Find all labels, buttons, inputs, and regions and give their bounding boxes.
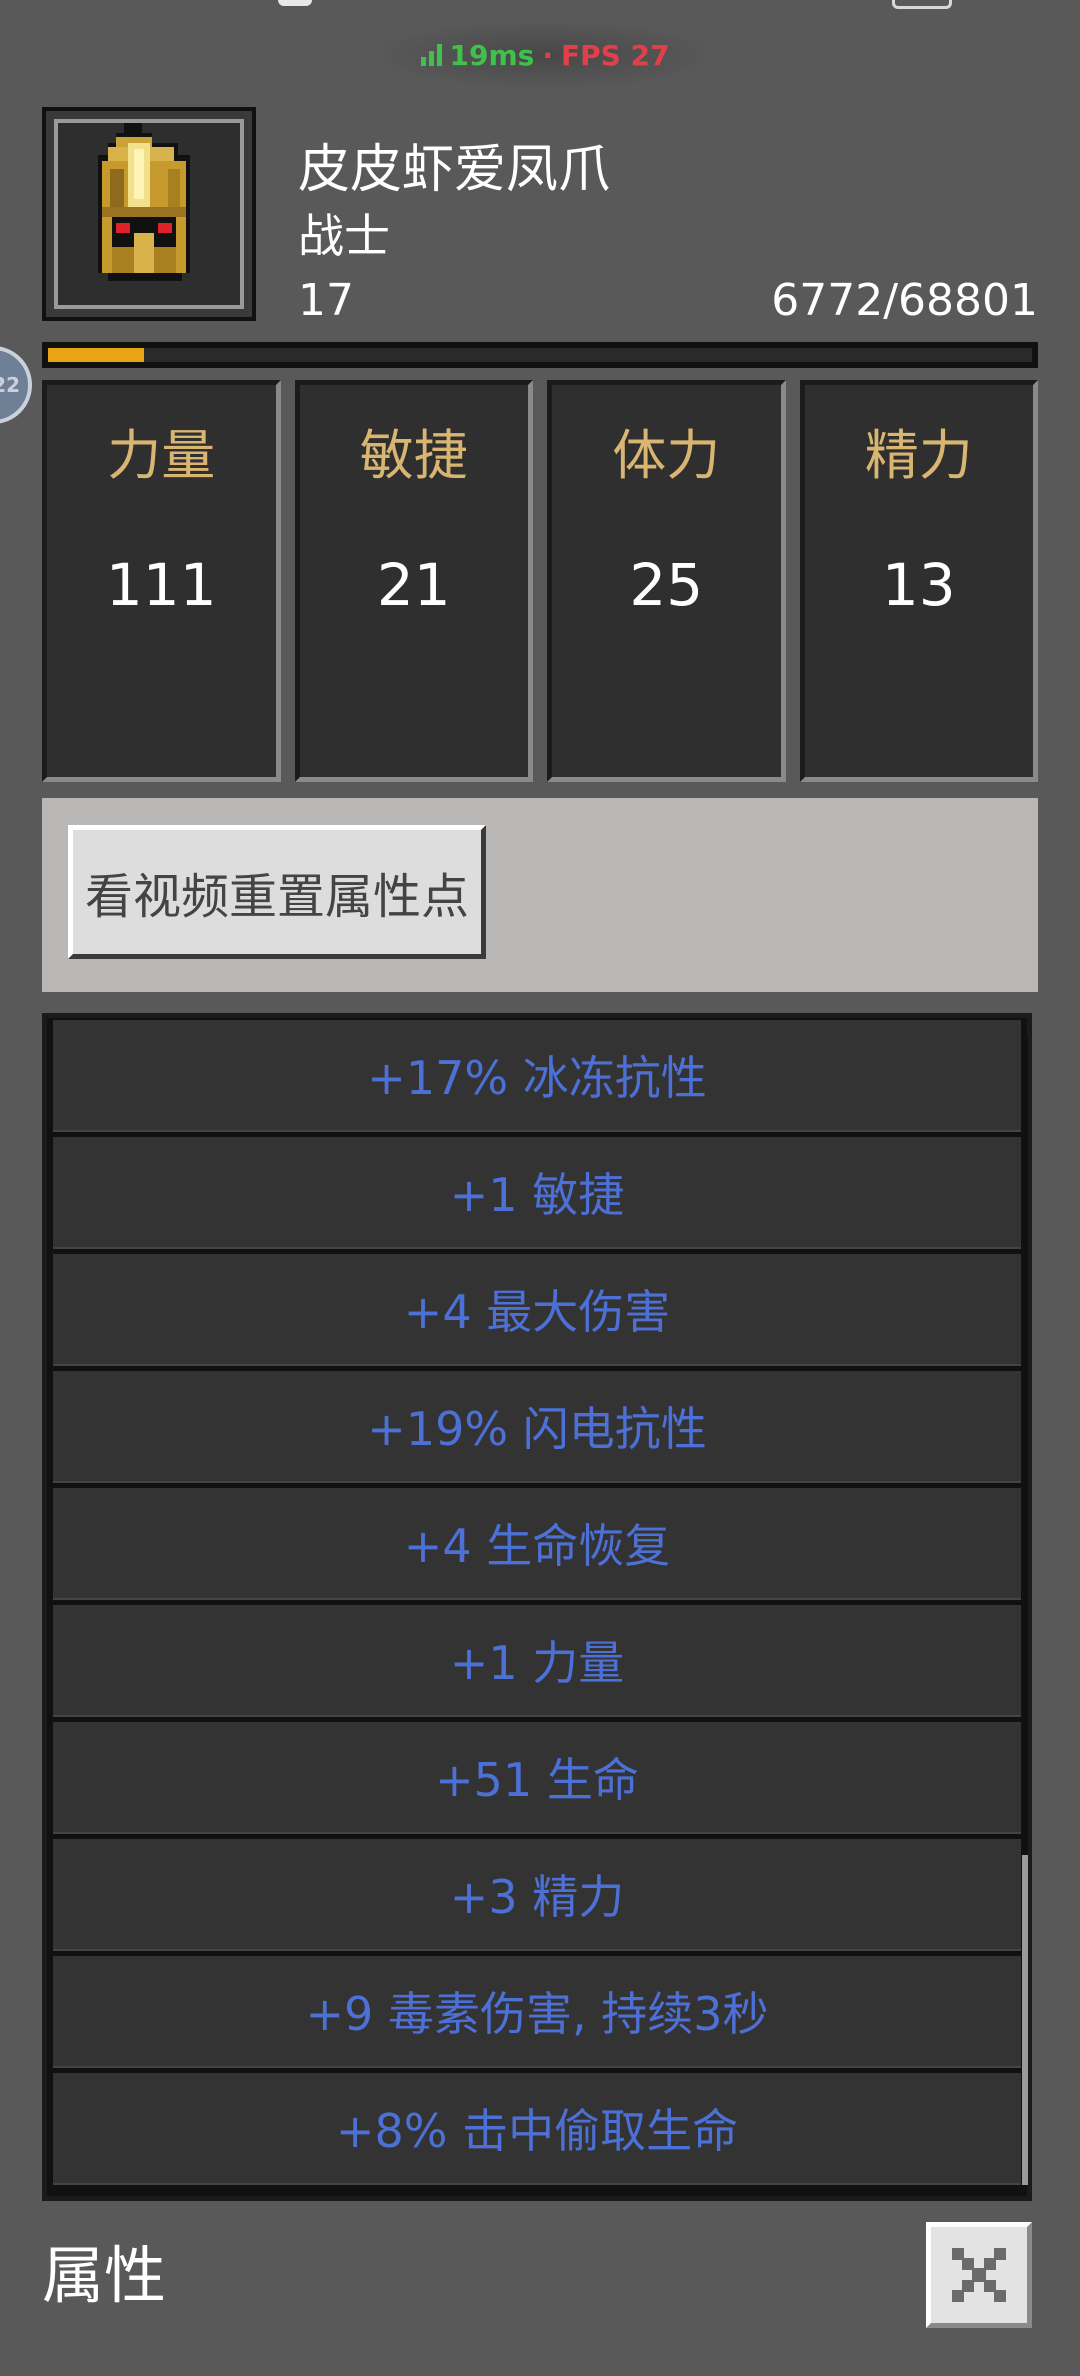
scrollbar-thumb[interactable] <box>1022 1855 1028 2185</box>
floating-bubble-label: 22 <box>0 373 20 397</box>
character-name: 皮皮虾爱凤爪 <box>298 140 611 200</box>
status-separator: · <box>542 38 553 72</box>
floating-assistant-bubble[interactable]: 22 <box>0 346 32 424</box>
list-item: +51 生命 <box>53 1722 1021 1834</box>
list-item: +17% 冰冻抗性 <box>53 1020 1021 1132</box>
list-item: +1 敏捷 <box>53 1137 1021 1249</box>
list-item: +1 力量 <box>53 1605 1021 1717</box>
experience-bar-track <box>48 348 1032 362</box>
status-bar-glyph <box>278 0 312 6</box>
character-experience: 6772/68801 <box>771 275 1038 326</box>
network-status: 19ms · FPS 27 <box>380 22 710 88</box>
close-icon <box>948 2244 1010 2306</box>
list-item: +4 生命恢复 <box>53 1488 1021 1600</box>
stat-value: 111 <box>105 551 217 619</box>
stat-card-energy: 精力 13 <box>799 380 1038 782</box>
ping-value: 19ms <box>449 38 535 72</box>
stat-value: 25 <box>629 551 704 619</box>
signal-icon <box>420 44 442 66</box>
experience-bar <box>42 342 1038 368</box>
attribute-screen: 19ms · FPS 27 皮皮虾爱凤爪 战士 17 6772/68801 2 … <box>0 0 1080 2376</box>
character-class: 战士 <box>298 209 390 263</box>
stat-card-stamina: 体力 25 <box>547 380 786 782</box>
base-stats: 力量 111 敏捷 21 体力 25 精力 13 <box>42 380 1038 782</box>
list-item: +19% 闪电抗性 <box>53 1371 1021 1483</box>
experience-bar-fill <box>48 348 145 362</box>
stat-card-strength: 力量 111 <box>42 380 281 782</box>
golden-helmet-icon <box>54 119 244 309</box>
stat-label: 精力 <box>864 424 973 487</box>
close-button[interactable] <box>926 2222 1032 2328</box>
character-level: 17 <box>298 275 354 326</box>
character-portrait <box>42 107 256 321</box>
list-item: +4 最大伤害 <box>53 1254 1021 1366</box>
reset-panel: 看视频重置属性点 <box>42 798 1038 992</box>
battery-icon <box>892 0 952 9</box>
page-title: 属性 <box>42 2239 167 2312</box>
affix-list-scrollbar[interactable] <box>1022 1035 1028 2185</box>
list-item: +3 精力 <box>53 1839 1021 1951</box>
list-item: +9 毒素伤害, 持续3秒 <box>53 1956 1021 2068</box>
stat-label: 敏捷 <box>359 424 468 487</box>
stat-card-agility: 敏捷 21 <box>294 380 533 782</box>
stat-value: 13 <box>881 551 956 619</box>
fps-value: FPS 27 <box>560 38 670 72</box>
list-item: +8% 击中偷取生命 <box>53 2073 1021 2185</box>
reset-attributes-button[interactable]: 看视频重置属性点 <box>68 825 486 959</box>
stat-label: 体力 <box>612 424 721 487</box>
stat-label: 力量 <box>107 424 216 487</box>
stat-value: 21 <box>376 551 451 619</box>
affix-list[interactable]: +17% 冰冻抗性 +1 敏捷 +4 最大伤害 +19% 闪电抗性 +4 生命恢… <box>42 1013 1032 2201</box>
